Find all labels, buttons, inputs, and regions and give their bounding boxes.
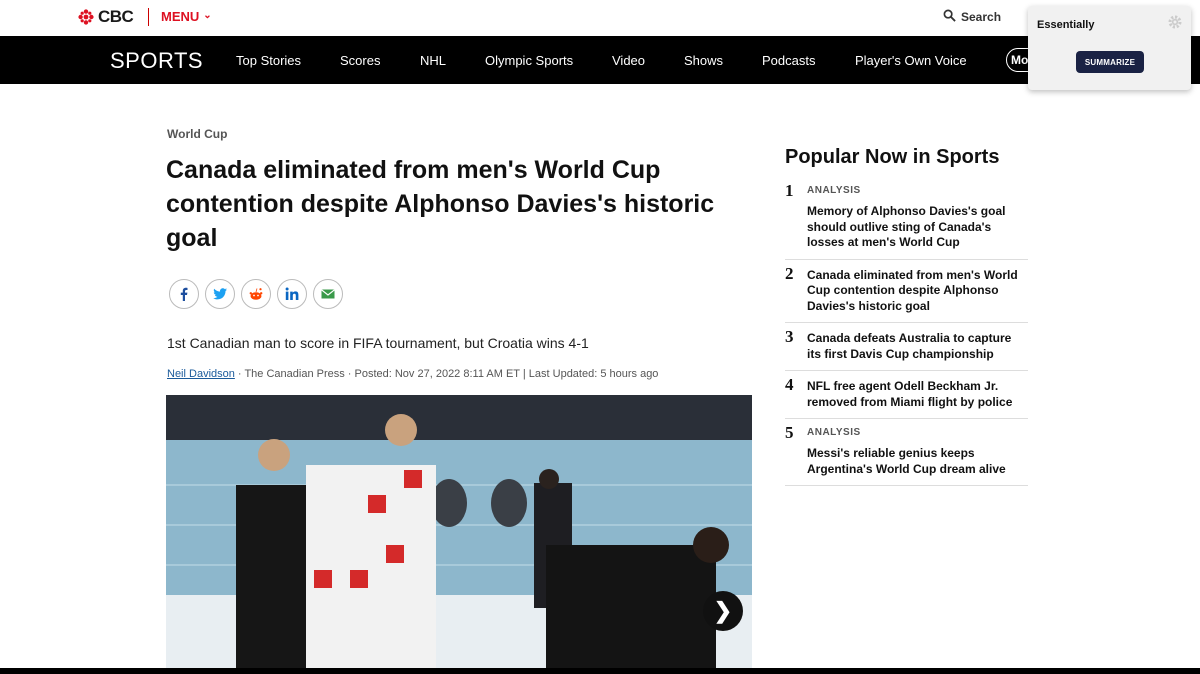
popup-title: Essentially (1037, 19, 1095, 31)
nav-item-shows[interactable]: Shows (684, 53, 723, 68)
nav-item-olympic-sports[interactable]: Olympic Sports (485, 53, 573, 68)
article-byline: Neil Davidson · The Canadian Press · Pos… (167, 368, 658, 380)
envelope-icon (321, 289, 335, 299)
nav-item-players-own-voice[interactable]: Player's Own Voice (855, 53, 967, 68)
popular-headline: NFL free agent Odell Beckham Jr. removed… (807, 379, 1013, 409)
popular-item[interactable]: 4 NFL free agent Odell Beckham Jr. remov… (785, 371, 1028, 419)
chevron-right-icon: ❯ (713, 598, 733, 623)
section-label[interactable]: World Cup (167, 127, 227, 141)
popular-kicker: ANALYSIS (807, 427, 861, 438)
linkedin-share-button[interactable] (277, 279, 307, 309)
twitter-icon (213, 288, 227, 300)
nav-item-nhl[interactable]: NHL (420, 53, 446, 68)
popular-item[interactable]: 3 Canada defeats Australia to capture it… (785, 323, 1028, 371)
gear-icon[interactable] (1168, 15, 1182, 29)
chevron-down-icon: ⌄ (203, 10, 212, 21)
search-button[interactable]: Search (943, 9, 1001, 25)
share-buttons (169, 279, 343, 309)
reddit-icon (249, 288, 263, 300)
bottom-strip (0, 668, 1200, 674)
popular-kicker: ANALYSIS (807, 185, 861, 196)
popular-rank: 1 (785, 181, 794, 200)
popular-headline: Canada defeats Australia to capture its … (807, 331, 1012, 361)
header-divider (148, 8, 149, 26)
logo-text: CBC (98, 7, 134, 26)
popular-headline: Canada eliminated from men's World Cup c… (807, 267, 1018, 313)
search-icon (943, 9, 956, 25)
top-bar: CBC MENU ⌄ Search (0, 0, 1200, 36)
popular-headline: Memory of Alphonso Davies's goal should … (807, 204, 1006, 249)
facebook-share-button[interactable] (169, 279, 199, 309)
popular-item[interactable]: 5 ANALYSIS Messi's reliable genius keeps… (785, 419, 1028, 486)
nav-item-top-stories[interactable]: Top Stories (236, 53, 301, 68)
popular-headline: Messi's reliable genius keeps Argentina'… (807, 446, 1006, 476)
byline-details: · The Canadian Press · Posted: Nov 27, 2… (234, 368, 659, 380)
popular-now-title: Popular Now in Sports (785, 146, 1000, 168)
summarize-button[interactable]: SUMMARIZE (1076, 51, 1144, 73)
facebook-icon (180, 287, 188, 301)
popular-rank: 3 (785, 327, 794, 346)
reddit-share-button[interactable] (241, 279, 271, 309)
linkedin-icon (285, 287, 299, 300)
cbc-gem-icon (78, 9, 94, 25)
article-headline: Canada eliminated from men's World Cup c… (166, 156, 715, 252)
nav-item-video[interactable]: Video (612, 53, 645, 68)
cbc-logo[interactable]: CBC (78, 7, 134, 27)
twitter-share-button[interactable] (205, 279, 235, 309)
sports-brand[interactable]: SPORTS (110, 48, 203, 74)
author-link[interactable]: Neil Davidson (167, 368, 235, 380)
menu-label: MENU (161, 9, 200, 24)
popular-item[interactable]: 2 Canada eliminated from men's World Cup… (785, 260, 1028, 323)
nav-item-podcasts[interactable]: Podcasts (762, 53, 815, 68)
email-share-button[interactable] (313, 279, 343, 309)
popular-rank: 5 (785, 423, 794, 442)
sports-nav: SPORTS Top Stories Scores NHL Olympic Sp… (0, 36, 1200, 84)
article-hero-image (166, 395, 752, 668)
popular-rank: 2 (785, 263, 794, 283)
next-image-button[interactable]: ❯ (703, 591, 743, 631)
menu-button[interactable]: MENU ⌄ (161, 9, 212, 24)
search-label: Search (961, 10, 1002, 24)
popular-rank: 4 (785, 375, 794, 394)
essentially-popup: Essentially SUMMARIZE (1028, 6, 1191, 90)
popular-item[interactable]: 1 ANALYSIS Memory of Alphonso Davies's g… (785, 177, 1028, 260)
nav-item-scores[interactable]: Scores (340, 53, 380, 68)
article-deck: 1st Canadian man to score in FIFA tourna… (167, 335, 589, 351)
popular-list: 1 ANALYSIS Memory of Alphonso Davies's g… (785, 177, 1028, 486)
